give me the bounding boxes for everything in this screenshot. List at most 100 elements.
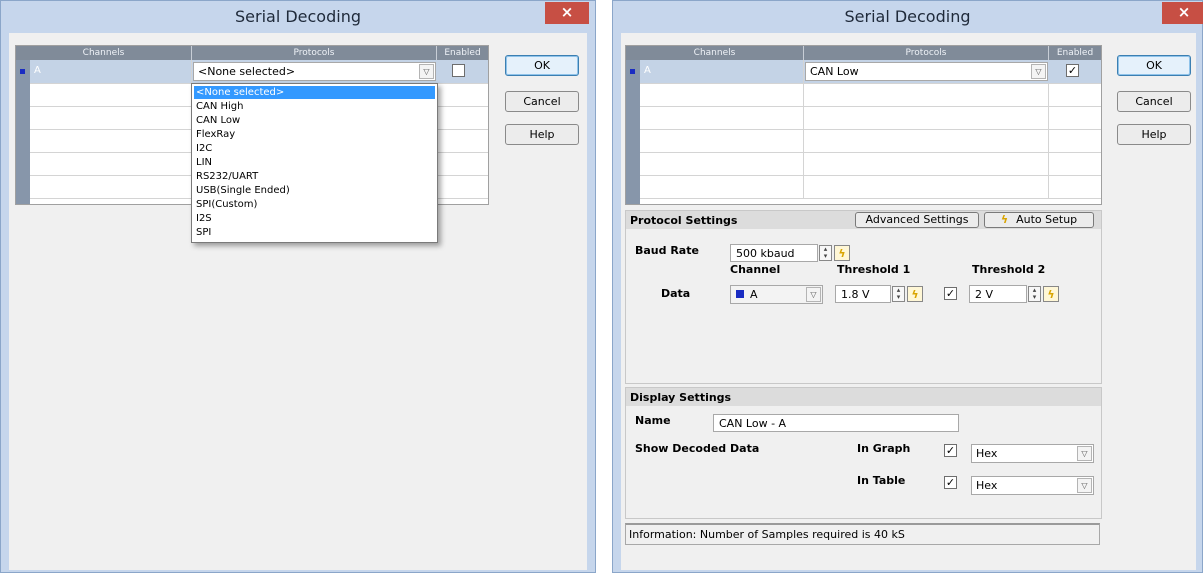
dropdown-option[interactable]: SPI(Custom) <box>194 198 435 211</box>
header-channels: Channels <box>626 46 804 60</box>
in-table-label: In Table <box>857 474 906 487</box>
dropdown-option[interactable]: I2S <box>194 212 435 225</box>
serial-decoding-dialog-right: Serial Decoding × Channels Protocols Ena… <box>612 0 1203 573</box>
data-label: Data <box>661 287 691 300</box>
dropdown-option[interactable]: SPI <box>194 226 435 239</box>
threshold1-field[interactable]: 1.8 V <box>835 285 891 303</box>
in-table-format-select[interactable]: Hex ▽ <box>971 476 1094 495</box>
protocol-dropdown-list: <None selected> CAN High CAN Low FlexRay… <box>191 83 438 243</box>
data-channel-select[interactable]: A ▽ <box>730 285 823 304</box>
header-enabled: Enabled <box>1056 48 1094 58</box>
help-button[interactable]: Help <box>1117 124 1191 145</box>
in-graph-format-select[interactable]: Hex ▽ <box>971 444 1094 463</box>
protocol-select-value: CAN Low <box>810 65 859 78</box>
channels-grid: Channels Protocols Enabled A CAN Low ▽ ✓ <box>625 45 1102 205</box>
dropdown-option[interactable]: RS232/UART <box>194 170 435 183</box>
dropdown-option[interactable]: <None selected> <box>194 86 435 99</box>
close-icon: × <box>1177 3 1191 21</box>
dropdown-option[interactable]: USB(Single Ended) <box>194 184 435 197</box>
grid-header: Channels Protocols Enabled <box>626 46 1101 60</box>
threshold2-field[interactable]: 2 V <box>969 285 1027 303</box>
chevron-down-icon[interactable]: ▽ <box>1031 64 1046 79</box>
header-protocols: Protocols <box>192 46 437 60</box>
baud-rate-field[interactable]: 500 kbaud <box>730 244 818 262</box>
cancel-button[interactable]: Cancel <box>1117 91 1191 112</box>
close-button[interactable]: × <box>545 2 589 24</box>
auto-setup-label: Auto Setup <box>1016 213 1078 226</box>
data-channel-value: A <box>750 288 758 301</box>
baud-rate-label: Baud Rate <box>635 244 699 257</box>
dropdown-option[interactable]: I2C <box>194 142 435 155</box>
chevron-down-icon[interactable]: ▽ <box>1077 446 1092 461</box>
enabled-checkbox[interactable] <box>452 64 465 77</box>
dropdown-option[interactable]: CAN High <box>194 100 435 113</box>
protocol-select[interactable]: <None selected> ▽ <box>193 62 436 81</box>
display-settings-group: Display Settings Name CAN Low - A Show D… <box>625 387 1102 519</box>
table-row[interactable] <box>640 175 1101 199</box>
cancel-button[interactable]: Cancel <box>505 91 579 112</box>
protocol-settings-group: Protocol Settings Advanced Settings ϟ Aut… <box>625 210 1102 384</box>
advanced-settings-button[interactable]: Advanced Settings <box>855 212 979 228</box>
header-channels: Channels <box>16 46 192 60</box>
in-graph-format-value: Hex <box>976 447 998 460</box>
enabled-checkbox[interactable]: ✓ <box>1066 64 1079 77</box>
channel-color-swatch <box>736 290 744 298</box>
name-field[interactable]: CAN Low - A <box>713 414 959 432</box>
dropdown-option[interactable]: FlexRay <box>194 128 435 141</box>
channel-color-swatch <box>630 69 635 74</box>
channel-color-swatch <box>20 69 25 74</box>
help-button[interactable]: Help <box>505 124 579 145</box>
magic-wand-icon[interactable]: ϟ <box>834 245 850 261</box>
magic-wand-icon: ϟ <box>1000 213 1009 226</box>
table-row[interactable] <box>640 83 1101 107</box>
row-marker-column <box>16 60 30 204</box>
table-row[interactable]: A CAN Low ▽ ✓ <box>630 60 1101 84</box>
dialog-client: Channels Protocols Enabled A CAN Low ▽ ✓ <box>621 33 1196 570</box>
in-graph-label: In Graph <box>857 442 911 455</box>
protocol-settings-title: Protocol Settings <box>630 214 738 227</box>
display-settings-title: Display Settings <box>630 391 732 404</box>
dialog-client: Channels Protocols Enabled A <None selec… <box>9 33 587 570</box>
table-row[interactable]: A <None selected> ▽ <box>20 60 488 84</box>
in-graph-checkbox[interactable]: ✓ <box>944 444 957 457</box>
threshold1-spinner[interactable]: ▴ ▾ <box>892 286 905 302</box>
name-label: Name <box>635 414 671 427</box>
protocol-select[interactable]: CAN Low ▽ <box>805 62 1048 81</box>
header-enabled: Enabled <box>444 48 481 58</box>
baud-rate-spinner[interactable]: ▴ ▾ <box>819 245 832 261</box>
channel-column-label: Channel <box>730 263 781 276</box>
window-title: Serial Decoding <box>234 7 361 26</box>
close-icon: × <box>560 3 574 21</box>
information-bar: Information: Number of Samples required … <box>625 523 1100 545</box>
chevron-down-icon[interactable]: ▽ <box>419 64 434 79</box>
grid-header: Channels Protocols Enabled <box>16 46 488 60</box>
row-marker-column <box>626 60 640 204</box>
ok-button[interactable]: OK <box>1117 55 1191 76</box>
threshold2-column-label: Threshold 2 <box>972 263 1046 276</box>
threshold2-spinner[interactable]: ▴ ▾ <box>1028 286 1041 302</box>
table-row[interactable] <box>640 106 1101 130</box>
show-decoded-data-label: Show Decoded Data <box>635 442 760 455</box>
title-bar[interactable]: Serial Decoding × <box>1 1 595 33</box>
display-settings-header: Display Settings <box>626 388 1101 406</box>
in-table-format-value: Hex <box>976 479 998 492</box>
threshold1-column-label: Threshold 1 <box>837 263 911 276</box>
magic-wand-icon[interactable]: ϟ <box>1043 286 1059 302</box>
dropdown-option[interactable]: LIN <box>194 156 435 169</box>
chevron-down-icon[interactable]: ▽ <box>1077 478 1092 493</box>
serial-decoding-dialog-left: Serial Decoding × Channels Protocols Ena… <box>0 0 596 573</box>
in-table-checkbox[interactable]: ✓ <box>944 476 957 489</box>
threshold2-checkbox[interactable]: ✓ <box>944 287 957 300</box>
table-row[interactable] <box>640 129 1101 153</box>
dropdown-option[interactable]: CAN Low <box>194 114 435 127</box>
ok-button[interactable]: OK <box>505 55 579 76</box>
chevron-down-icon[interactable]: ▽ <box>806 287 821 302</box>
auto-setup-button[interactable]: ϟ Auto Setup <box>984 212 1094 228</box>
protocol-select-value: <None selected> <box>198 65 296 78</box>
title-bar[interactable]: Serial Decoding × <box>613 1 1203 33</box>
header-protocols: Protocols <box>804 46 1049 60</box>
close-button[interactable]: × <box>1162 2 1203 24</box>
window-title: Serial Decoding <box>844 7 971 26</box>
magic-wand-icon[interactable]: ϟ <box>907 286 923 302</box>
table-row[interactable] <box>640 152 1101 176</box>
